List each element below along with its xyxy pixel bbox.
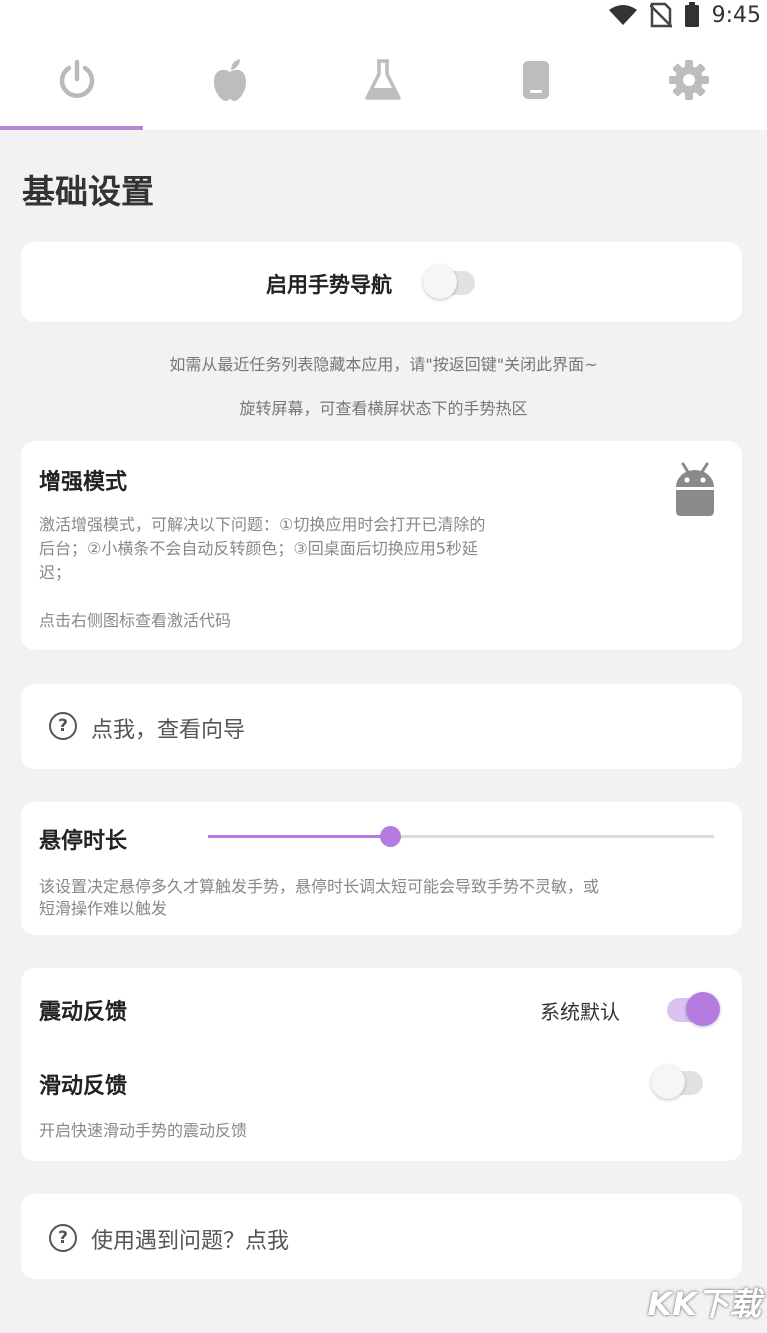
slide-feedback-title: 滑动反馈: [39, 1074, 128, 1099]
status-bar: 9:45: [0, 0, 767, 30]
help-icon: ?: [49, 1224, 77, 1252]
tab-apple[interactable]: [153, 30, 306, 130]
android-icon[interactable]: [673, 461, 717, 517]
tab-settings[interactable]: [612, 30, 765, 130]
hint-rotate-screen: 旋转屏幕，可查看横屏状态下的手势热区: [239, 399, 528, 418]
hover-duration-card: 悬停时长 该设置决定悬停多久才算触发手势，悬停时长调太短可能会导致手势不灵敏，或…: [21, 802, 742, 935]
gesture-nav-label: 启用手势导航: [266, 273, 392, 297]
tab-bar: [0, 30, 767, 130]
hover-duration-desc-1: 该设置决定悬停多久才算触发手势，悬停时长调太短可能会导致手势不灵敏，或: [39, 877, 600, 896]
guide-card[interactable]: ? 点我，查看向导: [21, 684, 742, 769]
switch-knob: [423, 265, 457, 299]
tab-indicator: [0, 126, 143, 130]
switch-knob: [686, 992, 720, 1026]
hint-recent-tasks: 如需从最近任务列表隐藏本应用，请"按返回键"关闭此界面~: [169, 355, 598, 374]
help-icon: ?: [49, 712, 77, 740]
page-title: 基础设置: [22, 172, 154, 211]
gear-icon: [668, 60, 709, 100]
tab-power[interactable]: [0, 30, 153, 130]
problem-card[interactable]: ? 使用遇到问题？点我: [21, 1194, 742, 1279]
enhanced-mode-card: 增强模式 激活增强模式，可解决以下问题：①切换应用时会打开已清除的 后台；②小横…: [21, 441, 742, 650]
enhanced-mode-desc-3: 迟；: [39, 563, 72, 582]
apple-icon: [213, 59, 246, 101]
enhanced-mode-title: 增强模式: [39, 470, 128, 495]
vibration-switch[interactable]: [667, 992, 720, 1026]
status-icons: 9:45: [608, 0, 761, 30]
hover-duration-title: 悬停时长: [39, 829, 128, 854]
slide-feedback-desc: 开启快速滑动手势的震动反馈: [39, 1121, 248, 1140]
wifi-icon: [608, 5, 637, 25]
gesture-nav-switch[interactable]: [423, 265, 475, 299]
enhanced-mode-desc-2: 后台；②小横条不会自动反转颜色；③回桌面后切换应用5秒延: [39, 539, 478, 558]
watermark: KK下载: [647, 1285, 761, 1323]
problem-link: 使用遇到问题？点我: [91, 1229, 290, 1254]
flask-icon: [364, 59, 401, 100]
no-sim-icon: [649, 2, 672, 28]
power-icon: [59, 59, 94, 98]
status-time: 9:45: [711, 2, 761, 28]
guide-link: 点我，查看向导: [91, 718, 246, 743]
tab-device[interactable]: [459, 30, 612, 130]
vibration-title: 震动反馈: [39, 1000, 128, 1025]
gesture-nav-card: 启用手势导航: [21, 242, 742, 322]
enhanced-mode-desc-1: 激活增强模式，可解决以下问题：①切换应用时会打开已清除的: [39, 515, 486, 534]
switch-knob: [651, 1065, 685, 1099]
phone-icon: [522, 61, 549, 99]
battery-icon: [684, 2, 699, 27]
vibration-card: 震动反馈 系统默认 滑动反馈 开启快速滑动手势的震动反馈: [21, 968, 742, 1161]
hover-duration-desc-2: 短滑操作难以触发: [39, 899, 168, 918]
slider-thumb[interactable]: [380, 826, 401, 847]
slide-feedback-switch[interactable]: [651, 1065, 703, 1099]
slider-fill: [208, 835, 390, 838]
enhanced-mode-tip: 点击右侧图标查看激活代码: [39, 611, 232, 630]
tab-lab[interactable]: [306, 30, 459, 130]
vibration-value[interactable]: 系统默认: [540, 996, 620, 1025]
